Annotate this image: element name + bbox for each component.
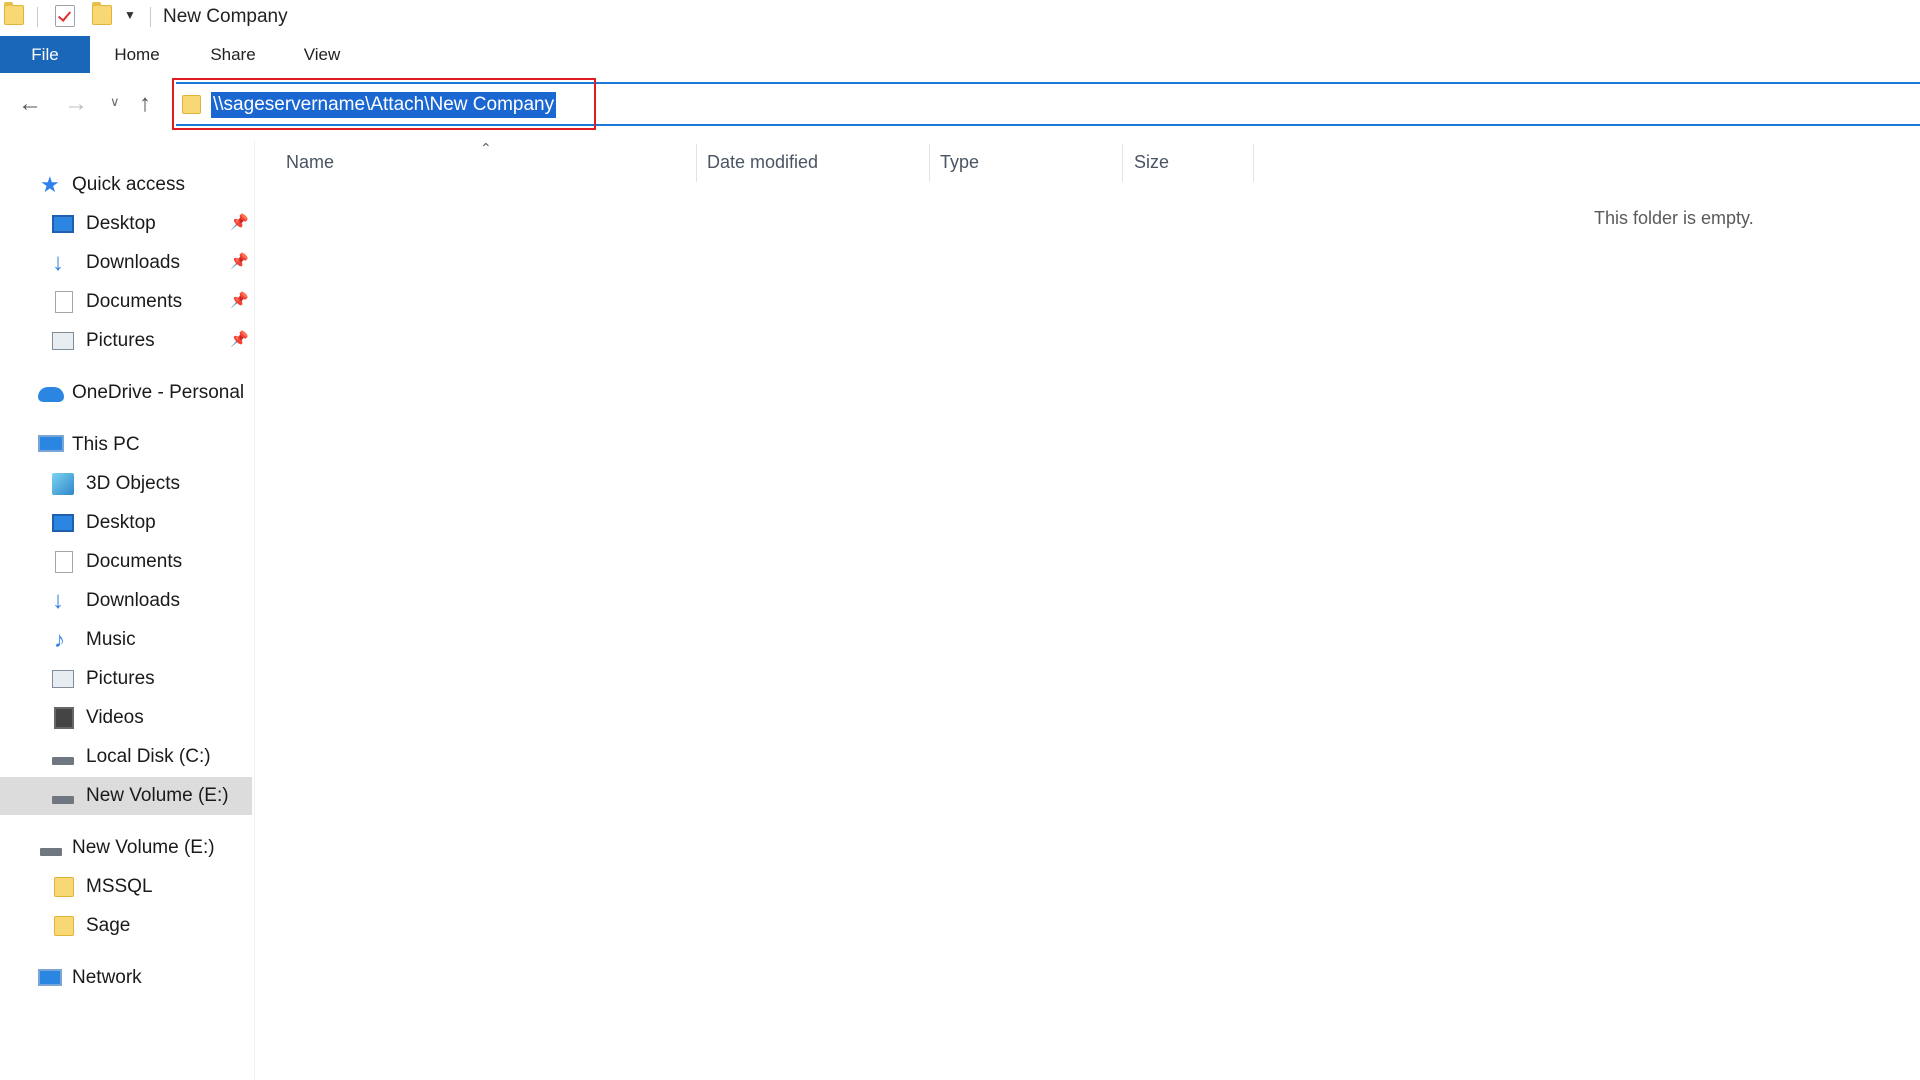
sidebar-item-local-disk-c[interactable]: Local Disk (C:) bbox=[0, 738, 252, 776]
sidebar-item-pictures[interactable]: Pictures bbox=[0, 660, 252, 698]
downloads-icon: ↓ bbox=[52, 587, 64, 614]
sidebar-item-downloads[interactable]: ↓ Downloads bbox=[0, 582, 252, 620]
video-film-icon bbox=[54, 707, 74, 729]
sidebar-item-label: Desktop bbox=[86, 512, 156, 533]
drive-icon bbox=[40, 848, 62, 856]
navigation-pane: ★ Quick access Desktop 📌 ↓ Downloads 📌 D… bbox=[0, 140, 252, 1080]
sidebar-item-label: Videos bbox=[86, 707, 144, 728]
music-note-icon: ♪ bbox=[54, 627, 65, 652]
sidebar-item-label: 3D Objects bbox=[86, 473, 180, 494]
network-icon bbox=[38, 969, 62, 986]
drive-icon bbox=[52, 796, 74, 804]
sidebar-item-this-pc[interactable]: This PC bbox=[0, 426, 252, 464]
sidebar-item-label: Pictures bbox=[86, 668, 155, 689]
sort-ascending-icon: ⌃ bbox=[480, 140, 492, 156]
sidebar-item-volume-e[interactable]: New Volume (E:) bbox=[0, 829, 252, 867]
window-title: New Company bbox=[163, 6, 288, 27]
sidebar-item-label: Network bbox=[72, 967, 142, 988]
sidebar-item-pictures-pinned[interactable]: Pictures 📌 bbox=[0, 322, 252, 360]
sidebar-item-label: Quick access bbox=[72, 174, 185, 195]
sidebar-item-documents-pinned[interactable]: Documents 📌 bbox=[0, 283, 252, 321]
pin-icon[interactable]: 📌 bbox=[230, 252, 249, 270]
downloads-icon: ↓ bbox=[52, 249, 64, 276]
forward-arrow-icon[interactable]: → bbox=[64, 90, 88, 118]
sidebar-item-label: MSSQL bbox=[86, 876, 153, 897]
column-header-type[interactable]: Type bbox=[940, 152, 979, 173]
column-divider[interactable] bbox=[696, 144, 697, 182]
column-header-size[interactable]: Size bbox=[1134, 152, 1169, 173]
tab-file[interactable]: File bbox=[0, 36, 90, 73]
sidebar-item-label: This PC bbox=[72, 434, 140, 455]
cloud-icon bbox=[38, 387, 64, 402]
sidebar-item-3d-objects[interactable]: 3D Objects bbox=[0, 465, 252, 503]
tab-share[interactable]: Share bbox=[200, 36, 266, 73]
tab-home[interactable]: Home bbox=[104, 36, 170, 73]
column-header-date-modified[interactable]: Date modified bbox=[707, 152, 818, 173]
pin-icon[interactable]: 📌 bbox=[230, 330, 249, 348]
sidebar-item-downloads-pinned[interactable]: ↓ Downloads 📌 bbox=[0, 244, 252, 282]
address-path-input[interactable]: \\sageservername\Attach\New Company bbox=[211, 92, 557, 118]
divider bbox=[37, 7, 38, 27]
sidebar-item-desktop[interactable]: Desktop bbox=[0, 504, 252, 542]
new-folder-icon[interactable] bbox=[92, 2, 112, 25]
up-arrow-icon[interactable]: ↑ bbox=[139, 90, 151, 118]
pictures-icon bbox=[52, 332, 74, 350]
folder-icon bbox=[54, 877, 74, 897]
empty-folder-message: This folder is empty. bbox=[1594, 208, 1754, 228]
sidebar-item-onedrive[interactable]: OneDrive - Personal bbox=[0, 374, 252, 412]
pin-icon[interactable]: 📌 bbox=[230, 291, 249, 309]
desktop-icon bbox=[52, 215, 74, 233]
divider bbox=[150, 7, 151, 27]
title-bar: ▼ New Company bbox=[0, 0, 1920, 36]
navigation-bar: ← → ∨ ↑ \\sageservername\Attach\New Comp… bbox=[0, 78, 1920, 132]
sidebar-item-label: Music bbox=[86, 629, 136, 650]
3d-objects-icon bbox=[52, 473, 74, 495]
ribbon-tabs: File Home Share View bbox=[0, 36, 1920, 74]
sidebar-item-new-volume-e[interactable]: New Volume (E:) bbox=[0, 777, 252, 815]
sidebar-item-label: Sage bbox=[86, 915, 131, 936]
sidebar-item-label: Downloads bbox=[86, 590, 180, 611]
sidebar-item-videos[interactable]: Videos bbox=[0, 699, 252, 737]
column-divider[interactable] bbox=[929, 144, 930, 182]
sidebar-item-label: Downloads bbox=[86, 252, 180, 273]
pin-icon[interactable]: 📌 bbox=[230, 213, 249, 231]
sidebar-item-music[interactable]: ♪ Music bbox=[0, 621, 252, 659]
folder-icon bbox=[54, 916, 74, 936]
star-icon: ★ bbox=[40, 172, 60, 197]
customize-toolbar-icon[interactable]: ▼ bbox=[124, 8, 136, 22]
sidebar-item-network[interactable]: Network bbox=[0, 959, 252, 997]
tab-view[interactable]: View bbox=[296, 36, 348, 73]
documents-icon bbox=[55, 291, 73, 313]
sidebar-item-mssql[interactable]: MSSQL bbox=[0, 868, 252, 906]
computer-icon bbox=[38, 435, 64, 452]
sidebar-item-sage[interactable]: Sage bbox=[0, 907, 252, 945]
documents-icon bbox=[55, 551, 73, 573]
desktop-icon bbox=[52, 514, 74, 532]
sidebar-item-label: Local Disk (C:) bbox=[86, 746, 211, 767]
sidebar-item-label: OneDrive - Personal bbox=[72, 382, 245, 403]
column-divider[interactable] bbox=[1122, 144, 1123, 182]
back-arrow-icon[interactable]: ← bbox=[18, 90, 42, 118]
sidebar-item-label: Documents bbox=[86, 291, 183, 312]
column-header-name[interactable]: Name bbox=[286, 152, 334, 173]
sidebar-item-label: Documents bbox=[86, 551, 183, 572]
recent-locations-chevron-icon[interactable]: ∨ bbox=[110, 94, 120, 110]
sidebar-item-documents[interactable]: Documents bbox=[0, 543, 252, 581]
pictures-icon bbox=[52, 670, 74, 688]
sidebar-item-desktop-pinned[interactable]: Desktop 📌 bbox=[0, 205, 252, 243]
pane-divider[interactable] bbox=[254, 140, 255, 1080]
sidebar-item-quick-access[interactable]: ★ Quick access bbox=[0, 166, 252, 204]
folder-icon bbox=[4, 2, 24, 25]
properties-icon[interactable] bbox=[55, 5, 75, 27]
drive-icon bbox=[52, 757, 74, 765]
file-list: ⌃ Name Date modified Type Size This fold… bbox=[256, 140, 1920, 1080]
sidebar-item-label: New Volume (E:) bbox=[72, 837, 215, 858]
sidebar-item-label: Pictures bbox=[86, 330, 155, 351]
sidebar-item-label: Desktop bbox=[86, 213, 156, 234]
sidebar-item-label: New Volume (E:) bbox=[86, 785, 229, 806]
column-divider[interactable] bbox=[1253, 144, 1254, 182]
